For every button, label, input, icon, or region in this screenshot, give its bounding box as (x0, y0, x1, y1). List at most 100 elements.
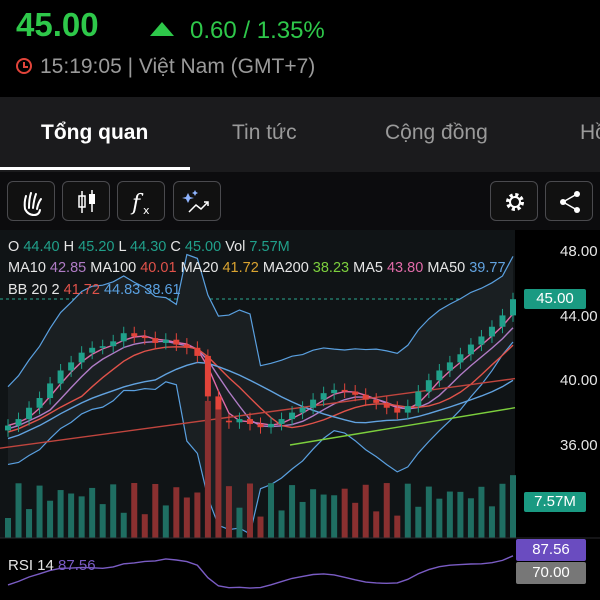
bb-upper-value: 44.83 (103, 282, 141, 298)
volume-bar (436, 498, 443, 538)
rsi-legend: RSI 14 87.56 (8, 557, 96, 574)
candle-body (457, 354, 464, 363)
rsi-badge: 87.56 (516, 539, 586, 561)
chart-toolbar: f x (0, 172, 600, 230)
candle-body (488, 326, 495, 337)
ma200-label: MA200 (262, 260, 309, 276)
tab-community[interactable]: Cộng đồng (385, 121, 488, 145)
volume-bar (57, 490, 64, 538)
candle-body (499, 315, 506, 327)
candle-body (510, 299, 516, 316)
ma20-label: MA20 (180, 260, 219, 276)
volume-bar (47, 500, 54, 538)
chart-type-button[interactable] (62, 181, 110, 221)
candle-body (331, 389, 338, 394)
volume-bar (446, 491, 453, 538)
ma50-label: MA50 (427, 260, 466, 276)
volume-bar (415, 506, 422, 538)
volume-bar (289, 485, 296, 538)
close-value: 45.00 (184, 239, 222, 255)
candle-body (236, 419, 243, 423)
candle-body (57, 370, 64, 384)
candle-body (99, 346, 106, 348)
ma20-value: 41.72 (222, 260, 259, 276)
bb-label: BB 20 2 (8, 282, 60, 298)
candle-body (204, 355, 211, 397)
candle-body (320, 393, 327, 400)
hand-icon (23, 192, 42, 217)
volume-bar (141, 514, 148, 538)
settings-button[interactable] (490, 181, 538, 221)
bb-legend: BB 20 2 41.72 44.83 38.61 (8, 282, 181, 298)
last-price-badge: 45.00 (524, 289, 586, 309)
candle-body (289, 412, 296, 420)
ma50-value: 39.77 (469, 260, 506, 276)
price-chart[interactable]: O 44.40 H 45.20 L 44.30 C 45.00 Vol 7.57… (0, 230, 600, 600)
ma-legend: MA10 42.85 MA100 40.01 MA20 41.72 MA200 … (8, 260, 506, 276)
volume-bar (215, 409, 222, 538)
volume-bar (257, 516, 264, 538)
function-icon: f x (130, 191, 150, 217)
volume-bar (299, 501, 306, 538)
candle-body (299, 407, 306, 413)
candle-body (173, 339, 180, 345)
volume-bar (310, 489, 317, 538)
active-tab-indicator (0, 167, 190, 170)
close-label: C (170, 239, 181, 255)
tab-more[interactable]: Hồ (580, 121, 600, 145)
volume-bar (131, 483, 138, 538)
indicators-button[interactable]: f x (117, 181, 165, 221)
tab-news[interactable]: Tin tức (232, 121, 297, 145)
volume-bar (341, 488, 348, 538)
volume-bar (173, 487, 180, 538)
axis-tick-48: 48.00 (560, 243, 598, 260)
share-icon (560, 191, 580, 213)
rsi-label: RSI 14 (8, 557, 54, 574)
volume-bar (457, 491, 464, 538)
hand-tool-button[interactable] (7, 181, 55, 221)
candle-body (5, 425, 11, 431)
volume-bar (425, 486, 432, 538)
gear-icon (506, 193, 524, 211)
candle-body (383, 402, 390, 408)
candle-body (246, 419, 253, 424)
volume-bar (352, 502, 359, 538)
market-time: 15:19:05 | Việt Nam (GMT+7) (40, 55, 316, 78)
tab-overview[interactable]: Tổng quan (41, 121, 148, 145)
volume-bar (499, 483, 506, 538)
volume-bar (331, 495, 338, 538)
volume-bar (152, 483, 159, 538)
volume-bar (36, 485, 43, 538)
share-button[interactable] (545, 181, 593, 221)
candle-body (278, 419, 285, 424)
ma5-value: 43.80 (386, 260, 424, 276)
volume-bar (26, 509, 33, 538)
candle-body (110, 341, 117, 347)
ma10-value: 42.85 (49, 260, 87, 276)
candle-body (78, 352, 85, 363)
candle-body (120, 333, 127, 342)
volume-bar (373, 511, 380, 538)
volume-bar (246, 483, 253, 538)
volume-bar (15, 483, 22, 538)
volume-bar (5, 518, 11, 538)
tab-bar: Tổng quan Tin tức Cộng đồng Hồ (0, 97, 600, 172)
volume-bar (478, 486, 485, 538)
open-value: 44.40 (23, 239, 60, 255)
volume-value: 7.57M (249, 239, 290, 255)
ma200-value: 38.23 (312, 260, 350, 276)
volume-bar (99, 504, 106, 538)
candle-body (362, 394, 369, 400)
volume-bar (225, 486, 232, 538)
rsi-value: 87.56 (58, 557, 96, 574)
candle-body (467, 344, 474, 355)
volume-bar (510, 475, 516, 538)
volume-badge: 7.57M (524, 492, 586, 512)
magic-wand-icon (182, 190, 209, 213)
auto-draw-button[interactable] (173, 181, 221, 221)
candle-body (268, 423, 275, 428)
volume-bar (89, 487, 96, 538)
candlestick-icon (78, 190, 95, 213)
candle-body (194, 347, 201, 356)
volume-bar (68, 493, 75, 538)
